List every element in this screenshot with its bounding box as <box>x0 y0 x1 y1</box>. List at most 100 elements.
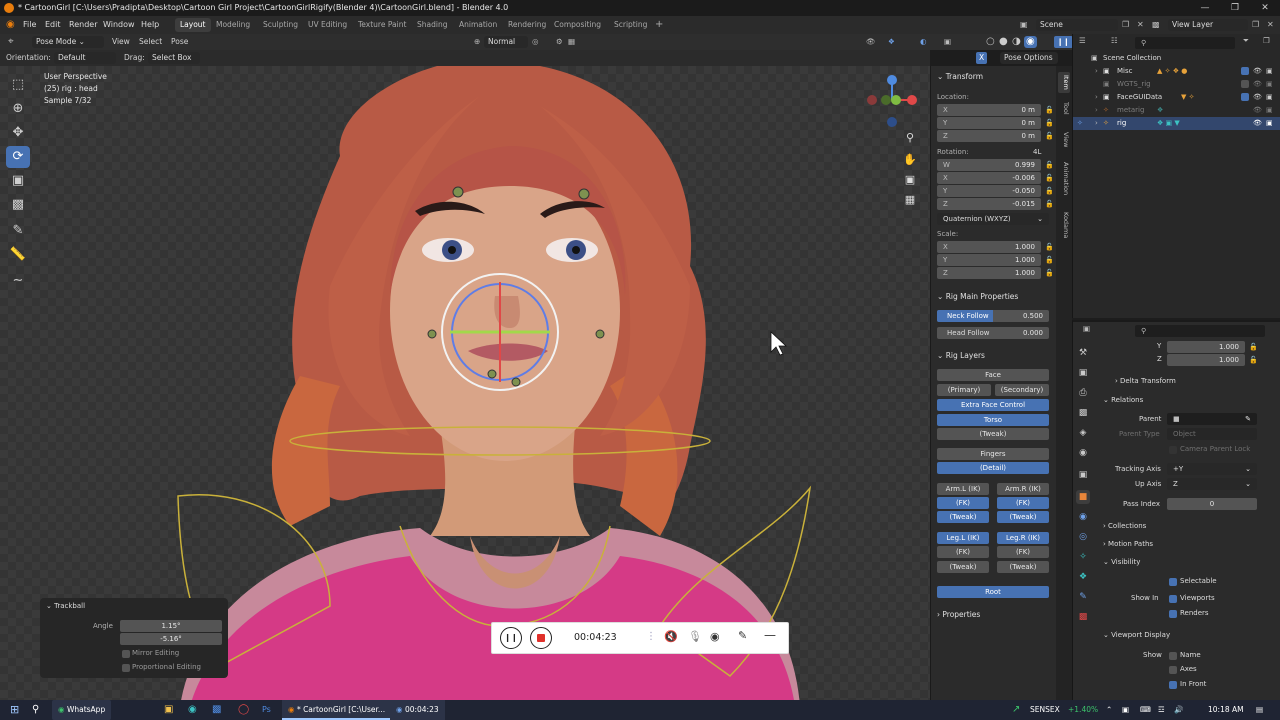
visibility-icon[interactable]: 👁 <box>866 34 876 50</box>
wifi-icon[interactable]: ☲ <box>1158 700 1165 720</box>
blender-menu-icon[interactable]: ◉ <box>6 16 15 34</box>
mirror-editing-checkbox[interactable] <box>122 650 130 658</box>
output-settings-icon[interactable]: ⎙ <box>1076 386 1090 400</box>
exclude-checkbox[interactable] <box>1241 67 1249 75</box>
taskbar-whatsapp[interactable]: ◉ WhatsApp <box>52 700 112 720</box>
lock-icon[interactable]: 🔓 <box>1249 354 1258 366</box>
notification-icon[interactable]: ▤ <box>1256 700 1263 720</box>
modifiers-icon[interactable]: ◉ <box>1076 510 1090 524</box>
visibility-eye-icon[interactable]: 👁 <box>1253 117 1262 130</box>
layer-leg-r-ik-button[interactable]: Leg.R (IK) <box>997 532 1049 544</box>
layer-arm-r-ik-button[interactable]: Arm.R (IK) <box>997 483 1049 495</box>
scale-tool-icon[interactable]: ▣ <box>6 170 30 192</box>
outliner-row-rig[interactable]: ✧ › ✧ rig ❖ ▣ ▼ 👁 ▣ <box>1073 117 1280 130</box>
rig-main-panel-header[interactable]: ⌄ Rig Main Properties <box>931 292 1057 301</box>
opera-icon[interactable]: ◯ <box>238 700 249 720</box>
rotate-tool-icon[interactable]: ⟳ <box>6 146 30 168</box>
snap-icon[interactable]: ⚙ <box>556 34 563 50</box>
collection-settings-icon[interactable]: ▣ <box>1076 468 1090 482</box>
edge-icon[interactable]: ◉ <box>188 700 197 720</box>
visibility-panel-header[interactable]: ⌄ Visibility <box>1103 558 1140 566</box>
snap-settings-icon[interactable]: ▦ <box>568 34 575 50</box>
mode-selector[interactable]: Pose Mode ⌄ <box>32 36 104 48</box>
mirror-x-toggle[interactable]: X <box>976 52 988 64</box>
store-icon[interactable]: ▩ <box>212 700 221 720</box>
tracking-axis-selector[interactable]: +Y ⌄ <box>1167 463 1257 475</box>
pause-recording-button[interactable]: ❙❙ <box>500 627 522 649</box>
layer-leg-r-fk-button[interactable]: (FK) <box>997 546 1049 558</box>
wireframe-shading-icon[interactable]: ○ <box>986 34 995 50</box>
close-icon[interactable]: ✕ <box>1250 0 1280 16</box>
render-toggle-icon[interactable]: ▣ <box>1266 78 1273 91</box>
file-explorer-icon[interactable]: ▣ <box>164 700 173 720</box>
lock-icon[interactable]: 🔓 <box>1045 104 1054 116</box>
pan-hand-icon[interactable]: ✋ <box>900 150 920 170</box>
drag-handle-icon[interactable]: ⋮ <box>646 631 656 642</box>
bone-roll-tool-icon[interactable]: ∼ <box>6 270 30 292</box>
system-tray-icon[interactable]: ▣ <box>1122 700 1129 720</box>
menu-file[interactable]: File <box>23 16 36 34</box>
motion-paths-panel-header[interactable]: › Motion Paths <box>1103 540 1153 548</box>
delta-y-field[interactable]: 1.000 <box>1167 341 1245 353</box>
layer-leg-l-ik-button[interactable]: Leg.L (IK) <box>937 532 989 544</box>
layer-arm-l-tweak-button[interactable]: (Tweak) <box>937 511 989 523</box>
pass-index-field[interactable]: 0 <box>1167 498 1257 510</box>
pose-menu[interactable]: Pose <box>171 34 188 50</box>
rig-layers-panel-header[interactable]: ⌄ Rig Layers <box>931 351 1057 360</box>
delete-scene-icon[interactable]: ✕ <box>1137 16 1144 34</box>
world-settings-icon[interactable]: ◉ <box>1076 446 1090 460</box>
pose-options-dropdown[interactable]: Pose Options <box>1000 52 1058 64</box>
visibility-eye-icon[interactable]: 👁 <box>1253 104 1262 117</box>
viewport-display-panel-header[interactable]: ⌄ Viewport Display <box>1103 631 1170 639</box>
rotation-y-field[interactable]: Y -0.050 <box>937 185 1041 197</box>
proportional-editing-checkbox[interactable] <box>122 664 130 672</box>
mute-system-audio-icon[interactable]: 🔇 <box>664 630 678 643</box>
orientation-selector[interactable]: Default <box>54 52 116 64</box>
outliner-row-scene-collection[interactable]: ▣ Scene Collection <box>1073 52 1280 65</box>
maximize-icon[interactable]: ❐ <box>1220 0 1250 16</box>
outliner-editor-icon[interactable]: ☰ <box>1079 36 1086 45</box>
solid-shading-icon[interactable]: ● <box>999 34 1008 50</box>
tab-tool[interactable]: Tool <box>1058 102 1070 115</box>
layer-root-button[interactable]: Root <box>937 586 1049 598</box>
rotation-z-field[interactable]: Z -0.015 <box>937 198 1041 210</box>
gizmo-toggle-icon[interactable]: ❖ <box>888 34 895 50</box>
new-collection-icon[interactable]: ❐ <box>1263 36 1270 45</box>
layer-face-button[interactable]: Face <box>937 369 1049 381</box>
menu-help[interactable]: Help <box>141 16 159 34</box>
tool-settings-icon[interactable]: ⚒ <box>1076 346 1090 360</box>
minimize-icon[interactable]: — <box>1190 0 1220 16</box>
selectable-checkbox[interactable] <box>1169 578 1177 586</box>
workspace-tab-layout[interactable]: Layout <box>175 18 211 32</box>
scale-z-field[interactable]: Z 1.000 <box>937 267 1041 279</box>
editor-type-icon[interactable]: ⌖ <box>8 34 14 50</box>
menu-render[interactable]: Render <box>69 16 97 34</box>
layer-torso-tweak-button[interactable]: (Tweak) <box>937 428 1049 440</box>
location-z-field[interactable]: Z 0 m <box>937 130 1041 142</box>
photoshop-icon[interactable]: Ps <box>262 700 271 720</box>
webcam-off-icon[interactable]: ◉ <box>710 630 720 643</box>
clock[interactable]: 10:18 AM <box>1208 700 1244 720</box>
transform-panel-header[interactable]: ⌄ Transform <box>931 72 1057 81</box>
outliner-row-misc[interactable]: › ▣ Misc ▲ ✧ ❖ ● 👁 ▣ <box>1073 65 1280 78</box>
camera-view-icon[interactable]: ▣ <box>900 170 920 190</box>
exclude-checkbox[interactable] <box>1241 80 1249 88</box>
head-follow-slider[interactable]: Head Follow 0.000 <box>937 327 1049 339</box>
renders-checkbox[interactable] <box>1169 610 1177 618</box>
annotate-tool-icon[interactable]: ✎ <box>6 220 30 242</box>
workspace-tab-scripting[interactable]: Scripting <box>609 18 652 32</box>
sensex-label[interactable]: SENSEX <box>1030 700 1060 720</box>
trackball-panel-header[interactable]: ⌄ Trackball <box>46 602 85 610</box>
menu-window[interactable]: Window <box>103 16 135 34</box>
tab-view[interactable]: View <box>1058 132 1070 147</box>
new-view-layer-icon[interactable]: ❐ <box>1252 16 1259 34</box>
view-layer-selector[interactable]: View Layer <box>1168 19 1248 31</box>
constraints-icon[interactable]: ✧ <box>1076 550 1090 564</box>
parent-field[interactable]: ■ ✎ <box>1167 413 1257 425</box>
collections-panel-header[interactable]: › Collections <box>1103 522 1146 530</box>
object-properties-icon[interactable]: ■ <box>1076 490 1090 504</box>
material-shading-icon[interactable]: ◑ <box>1012 34 1021 50</box>
draw-icon[interactable]: ✎ <box>738 629 747 642</box>
visibility-eye-icon[interactable]: 👁 <box>1253 65 1262 78</box>
delete-view-layer-icon[interactable]: ✕ <box>1267 16 1274 34</box>
